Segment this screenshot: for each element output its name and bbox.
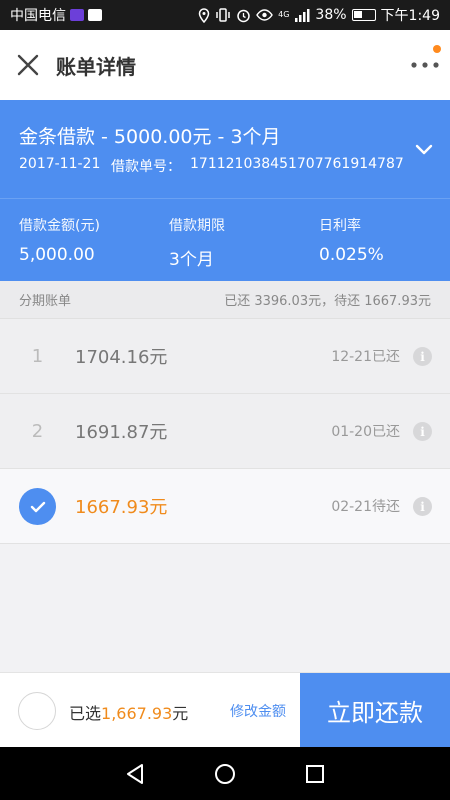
stat-label: 日利率	[319, 218, 361, 234]
loan-header[interactable]: 金条借款 - 5000.00元 - 3个月 2017-11-21 借款单号： 1…	[0, 100, 450, 198]
signal-icon	[295, 8, 310, 22]
selected-suffix: 元	[172, 704, 189, 723]
status-right: 4G 38% 下午1:49	[198, 5, 440, 25]
stat-daily-rate: 日利率 0.025%	[319, 215, 384, 265]
expand-button[interactable]	[410, 136, 438, 164]
loan-date: 2017-11-21	[19, 156, 101, 172]
close-icon	[17, 54, 39, 76]
nav-recents-button[interactable]	[295, 754, 335, 794]
edit-amount-link[interactable]: 修改金额	[230, 701, 286, 721]
loan-number-label: 借款单号：	[111, 159, 181, 175]
stat-value: 3个月	[169, 250, 214, 270]
installment-row[interactable]: 2 1691.87元 01-20已还 i	[0, 394, 450, 469]
nav-home-button[interactable]	[205, 754, 245, 794]
battery-icon	[351, 9, 376, 21]
stat-loan-term: 借款期限 3个月	[169, 215, 225, 270]
chevron-down-icon	[415, 144, 433, 155]
status-bar: 中国电信 4G 38% 下午1:49	[0, 0, 450, 30]
back-triangle-icon	[127, 763, 143, 784]
status-left: 中国电信	[10, 5, 102, 25]
stat-label: 借款金额(元)	[19, 218, 100, 234]
system-nav-bar	[0, 747, 450, 800]
stat-value: 5,000.00	[19, 245, 95, 265]
installment-index: 2	[31, 420, 44, 442]
installment-status: 02-21待还	[331, 499, 400, 515]
notification-dot	[433, 45, 441, 53]
app-bar: 账单详情	[0, 30, 450, 100]
action-bar: 已选1,667.93元 修改金额 立即还款	[0, 672, 450, 748]
stat-label: 借款期限	[169, 218, 225, 234]
installment-amount: 1691.87元	[75, 422, 168, 443]
more-button[interactable]	[400, 30, 450, 100]
selected-checkbox[interactable]	[19, 488, 56, 525]
installment-index: 1	[31, 345, 44, 367]
more-horizontal-icon	[411, 62, 439, 68]
location-icon	[198, 7, 210, 23]
loan-stats: 借款金额(元) 5,000.00 借款期限 3个月 日利率 0.025%	[0, 198, 450, 281]
selected-prefix: 已选	[69, 704, 102, 723]
section-title: 分期账单	[19, 294, 72, 309]
loan-number: 171121038451707761914787	[190, 156, 404, 172]
installment-amount: 1667.93元	[75, 497, 168, 518]
installment-amount: 1704.16元	[75, 347, 168, 368]
installment-list: 1 1704.16元 12-21已还 i 2 1691.87元 01-20已还 …	[0, 319, 450, 544]
home-circle-icon	[215, 763, 235, 784]
carrier-name: 中国电信	[10, 8, 66, 24]
clock: 下午1:49	[380, 8, 440, 24]
loan-title: 金条借款 - 5000.00元 - 3个月	[19, 126, 281, 148]
installment-row[interactable]: 1 1704.16元 12-21已还 i	[0, 319, 450, 394]
installment-row[interactable]: 1667.93元 02-21待还 i	[0, 469, 450, 544]
close-button[interactable]	[0, 30, 56, 100]
info-icon[interactable]: i	[413, 347, 432, 366]
repayment-summary: 已还 3396.03元，待还 1667.93元	[224, 294, 431, 309]
page-title: 账单详情	[56, 54, 136, 79]
pay-now-button[interactable]: 立即还款	[300, 673, 450, 748]
battery-percent: 38%	[315, 7, 347, 23]
check-icon	[30, 501, 45, 512]
eye-icon	[256, 9, 273, 21]
photo-app-icon	[88, 9, 102, 21]
vibrate-icon	[216, 8, 230, 22]
installment-status: 01-20已还	[331, 424, 400, 440]
info-icon[interactable]: i	[413, 497, 432, 516]
stat-value: 0.025%	[319, 245, 384, 265]
installment-status: 12-21已还	[331, 349, 400, 365]
installments-header: 分期账单 已还 3396.03元，待还 1667.93元	[0, 281, 450, 319]
network-type-label: 4G	[278, 10, 290, 19]
stat-loan-amount: 借款金额(元) 5,000.00	[19, 215, 100, 265]
recents-square-icon	[306, 764, 324, 783]
select-all-radio[interactable]	[18, 692, 56, 730]
info-icon[interactable]: i	[413, 422, 432, 441]
video-app-icon	[70, 9, 84, 21]
selected-amount: 1,667.93	[101, 704, 173, 723]
selected-amount-text: 已选1,667.93元	[69, 700, 188, 724]
nav-back-button[interactable]	[115, 754, 155, 794]
alarm-icon	[237, 9, 250, 22]
